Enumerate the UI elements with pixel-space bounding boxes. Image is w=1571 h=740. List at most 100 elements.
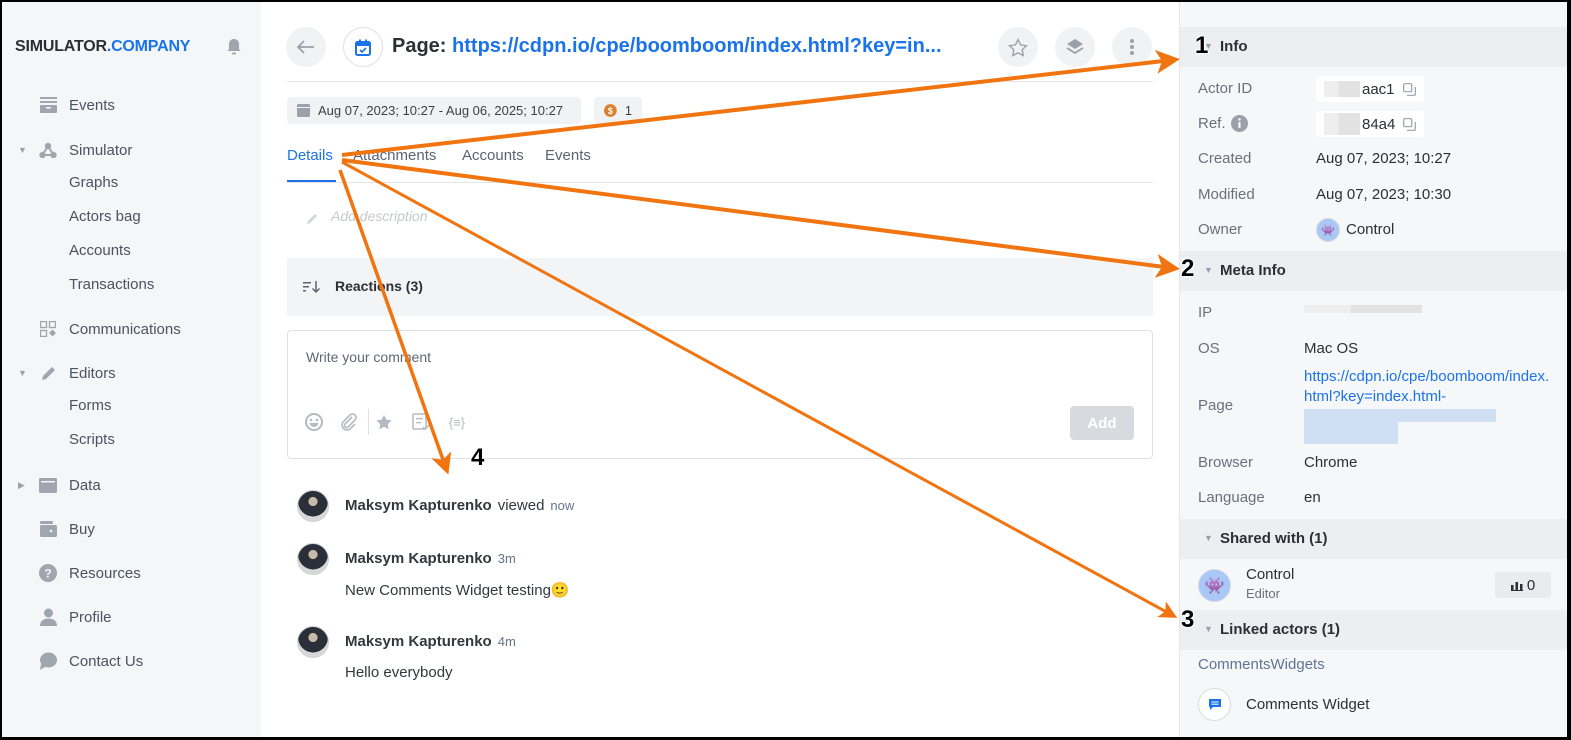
caret-right-icon[interactable]: ▶: [18, 480, 28, 491]
caret-down-icon[interactable]: ▼: [1204, 624, 1213, 634]
feed-author[interactable]: Maksym Kapturenko: [345, 497, 492, 514]
linked-actor-name[interactable]: Comments Widget: [1246, 696, 1369, 713]
language-label: Language: [1198, 489, 1265, 506]
sidebar-item-actors-bag[interactable]: Actors bag: [69, 208, 141, 225]
owner-value[interactable]: Control: [1346, 221, 1394, 238]
star-outline-icon: [1008, 37, 1028, 57]
info-section-header[interactable]: ▼ Info: [1180, 27, 1567, 67]
modified-label: Modified: [1198, 186, 1255, 203]
archive-icon: [39, 96, 57, 114]
help-icon: ?: [39, 564, 57, 582]
linked-actors-section-header[interactable]: ▼ Linked actors (1): [1180, 610, 1567, 650]
avatar[interactable]: [297, 543, 329, 575]
language-value: en: [1304, 489, 1321, 506]
sidebar: SIMULATOR.COMPANY Events ▼ Simulator Gra…: [2, 2, 261, 737]
page-link[interactable]: https://cdpn.io/cpe/boomboom/index.html?…: [1304, 367, 1554, 407]
caret-down-icon[interactable]: ▼: [18, 145, 28, 155]
reactions-title: Reactions (3): [335, 278, 423, 294]
redacted-ip: [1304, 305, 1422, 313]
tab-details[interactable]: Details: [287, 147, 333, 164]
add-description-field[interactable]: Add description: [331, 208, 428, 224]
shared-user-avatar[interactable]: 👾: [1198, 569, 1231, 602]
add-comment-button[interactable]: Add: [1070, 406, 1134, 440]
sidebar-item-scripts[interactable]: Scripts: [69, 431, 115, 448]
caret-down-icon[interactable]: ▼: [18, 368, 28, 378]
browser-value: Chrome: [1304, 454, 1358, 471]
feed-author[interactable]: Maksym Kapturenko: [345, 633, 492, 650]
owner-avatar[interactable]: 👾: [1316, 218, 1340, 242]
coin-icon: $: [604, 104, 617, 117]
redacted-link-part: [1304, 409, 1496, 422]
shared-user-role: Editor: [1246, 586, 1280, 601]
pencil-icon: [39, 364, 57, 382]
caret-down-icon[interactable]: ▼: [1204, 265, 1213, 275]
avatar[interactable]: [297, 626, 329, 658]
feed-time: 4m: [497, 634, 516, 649]
created-value: Aug 07, 2023; 10:27: [1316, 150, 1452, 167]
sidebar-item-transactions[interactable]: Transactions: [69, 276, 154, 293]
redacted-value: [1324, 81, 1360, 97]
pencil-icon: [307, 214, 317, 224]
back-button[interactable]: [286, 27, 326, 67]
script-icon[interactable]: {≡}: [446, 413, 468, 431]
divider: [287, 182, 1153, 183]
main-content: Page: https://cdpn.io/cpe/boomboom/index…: [261, 2, 1179, 737]
feed-author[interactable]: Maksym Kapturenko: [345, 550, 492, 567]
emoji-icon[interactable]: [305, 413, 323, 431]
sidebar-item-graphs[interactable]: Graphs: [69, 174, 118, 191]
sort-icon[interactable]: [303, 280, 321, 294]
comment-input[interactable]: Write your comment: [306, 349, 431, 365]
shared-stats-button[interactable]: 0: [1495, 572, 1551, 598]
copy-icon[interactable]: [1403, 117, 1417, 131]
annotation-number-1: 1: [1195, 32, 1209, 59]
brand-logo[interactable]: SIMULATOR.COMPANY: [15, 38, 190, 56]
page-label: Page: [1198, 397, 1234, 414]
actor-id-field: aac1: [1316, 76, 1424, 102]
actor-id-label: Actor ID: [1198, 80, 1253, 97]
bell-icon[interactable]: [226, 38, 242, 56]
svg-text:?: ?: [44, 567, 51, 581]
chat-icon: [39, 652, 57, 670]
user-icon: [39, 608, 57, 626]
layers-button[interactable]: [1055, 27, 1095, 67]
graph-icon: [39, 141, 57, 159]
form-icon[interactable]: [412, 413, 430, 431]
date-range-chip[interactable]: Aug 07, 2023; 10:27 - Aug 06, 2025; 10:2…: [287, 97, 581, 124]
comment-widget-icon: [1208, 699, 1221, 710]
feed-time: now: [550, 498, 575, 513]
ip-label: IP: [1198, 304, 1213, 321]
created-label: Created: [1198, 150, 1252, 167]
attachment-icon[interactable]: [340, 413, 358, 431]
feed-action: viewed: [497, 497, 545, 514]
arrow-left-icon: [297, 40, 314, 54]
page-title: Page: https://cdpn.io/cpe/boomboom/index…: [392, 35, 942, 57]
info-icon[interactable]: [1230, 115, 1248, 132]
actor-type-badge: [343, 27, 383, 67]
avatar[interactable]: [297, 490, 329, 522]
star-icon[interactable]: [375, 413, 393, 431]
favorite-button[interactable]: [998, 27, 1038, 67]
sidebar-item-accounts[interactable]: Accounts: [69, 242, 131, 259]
shared-section-header[interactable]: ▼ Shared with (1): [1180, 519, 1567, 559]
linked-actor-avatar[interactable]: [1198, 688, 1231, 721]
tab-events[interactable]: Events: [545, 147, 591, 164]
annotation-number-3: 3: [1181, 606, 1195, 633]
meta-section-header[interactable]: ▼ Meta Info: [1180, 251, 1567, 291]
invader-icon: 👾: [1321, 224, 1335, 237]
coin-balance-chip[interactable]: $ 1: [594, 97, 642, 124]
widgets-icon: [39, 320, 57, 338]
ref-field: 84a4: [1316, 111, 1424, 137]
shared-user-name: Control: [1246, 566, 1295, 583]
tab-attachments[interactable]: Attachments: [353, 147, 436, 164]
annotation-number-2: 2: [1181, 255, 1195, 282]
copy-icon[interactable]: [1402, 82, 1416, 96]
sidebar-item-forms[interactable]: Forms: [69, 397, 112, 414]
tab-accounts[interactable]: Accounts: [462, 147, 524, 164]
more-vertical-icon: [1130, 39, 1134, 55]
wallet-icon: [39, 520, 57, 538]
more-menu-button[interactable]: [1112, 27, 1152, 67]
caret-down-icon[interactable]: ▼: [1204, 533, 1213, 543]
app-window: SIMULATOR.COMPANY Events ▼ Simulator Gra…: [2, 2, 1567, 737]
toolbar-divider: [368, 409, 369, 435]
page-url-link[interactable]: https://cdpn.io/cpe/boomboom/index.html?…: [452, 35, 941, 57]
